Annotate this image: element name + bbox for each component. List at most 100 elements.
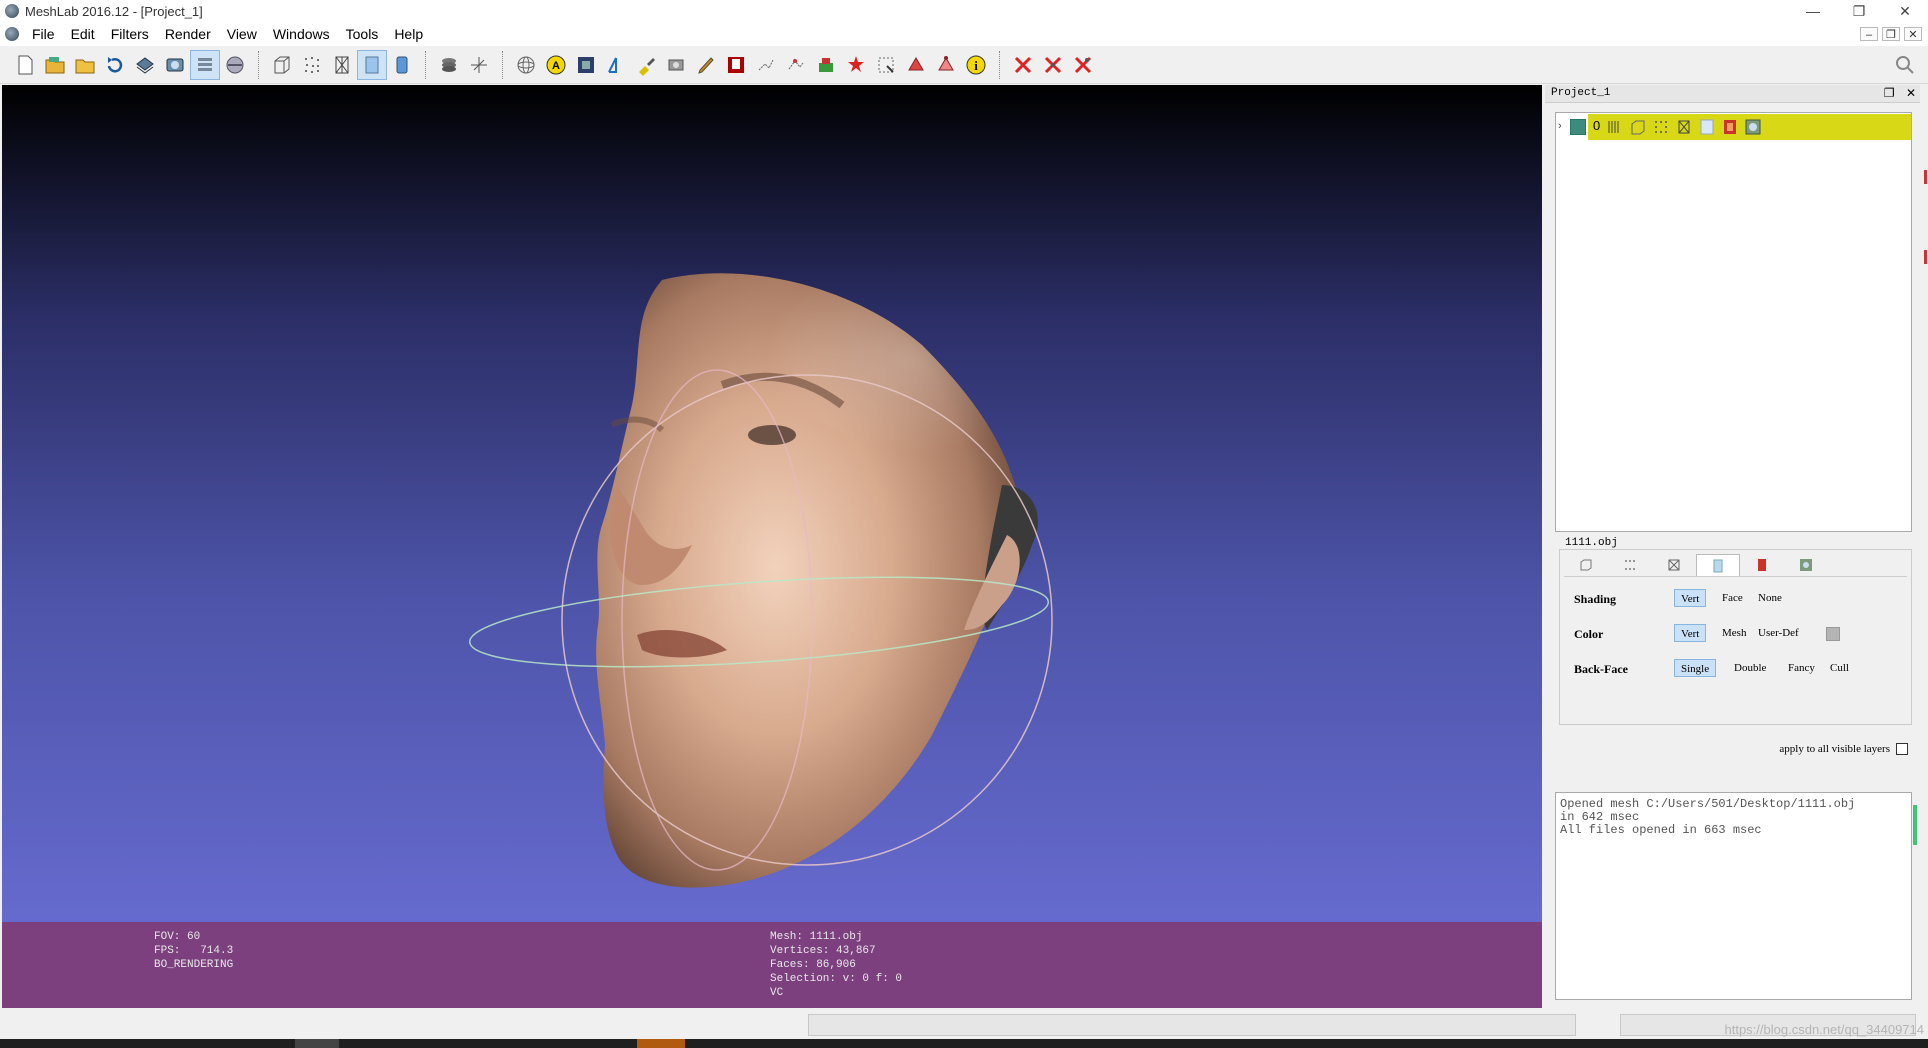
delete-vertices-icon[interactable] [1068,50,1098,80]
apply-all-checkbox[interactable] [1896,743,1908,755]
svg-text:i: i [974,58,978,73]
backface-fancy-option[interactable]: Fancy [1782,659,1821,677]
menu-windows[interactable]: Windows [265,22,338,46]
select-faces-icon[interactable] [901,50,931,80]
menu-tools[interactable]: Tools [338,22,387,46]
log-line: All files opened in 663 msec [1560,823,1762,837]
backface-single-option[interactable]: Single [1674,659,1717,677]
select-vertices-icon[interactable] [931,50,961,80]
trackball-icon[interactable] [511,50,541,80]
toolbar-separator [425,50,426,79]
reload-icon[interactable] [100,50,130,80]
taskbar-item[interactable] [295,1039,339,1048]
shading-row: Shading Vert Face None [1564,589,1907,609]
document-icon[interactable] [5,27,19,41]
tab-solid[interactable] [1696,554,1740,576]
color-map-icon[interactable] [721,50,751,80]
layers-icon[interactable] [190,49,220,80]
select-icon[interactable] [871,50,901,80]
smooth-shading-icon[interactable] [387,50,417,80]
color-vert-option[interactable]: Vert [1674,624,1707,642]
texture-icon[interactable] [571,50,601,80]
menu-file[interactable]: File [24,22,63,46]
capture-icon[interactable] [661,50,691,80]
menu-view[interactable]: View [219,22,265,46]
annotation-icon[interactable]: A [541,50,571,80]
wireframe-icon[interactable] [1675,118,1693,136]
layer-render-icons [1606,118,1767,136]
tab-wireframe[interactable] [1652,554,1696,576]
paint-icon[interactable] [631,50,661,80]
menu-filters[interactable]: Filters [103,22,157,46]
snapshot-icon[interactable] [160,50,190,80]
wireframe-icon [1667,558,1681,572]
import-mesh-icon[interactable] [70,50,100,80]
align-icon[interactable] [751,50,781,80]
solid-icon[interactable] [1698,118,1716,136]
menu-edit[interactable]: Edit [63,22,103,46]
expand-arrow-icon[interactable]: › [1558,120,1562,132]
open-project-icon[interactable] [40,50,70,80]
float-dock-icon[interactable]: ❐ [1884,86,1895,100]
menu-render[interactable]: Render [157,22,219,46]
taskbar [0,1039,1928,1048]
backface-row: Back-Face Single Double Fancy Cull [1564,659,1907,679]
doc-restore-button[interactable]: ❐ [1882,27,1900,41]
minimize-button[interactable]: — [1790,0,1836,22]
dock-buttons: ❐ ✕ [1876,86,1916,100]
new-project-icon[interactable] [10,50,40,80]
delete-faces-icon[interactable] [1038,50,1068,80]
selected-layer-name: 1111.obj [1565,537,1618,549]
tab-bounding-box[interactable] [1564,554,1608,576]
bars-icon[interactable] [1606,118,1624,136]
flat-shading-icon[interactable] [357,49,387,80]
doc-minimize-button[interactable]: – [1860,27,1878,41]
info-icon[interactable]: i [961,50,991,80]
layer-row[interactable]: › 0 [1556,114,1911,140]
wireframe-icon[interactable] [327,50,357,80]
mesh-stats: Mesh: 1111.obj Vertices: 43,867 Faces: 8… [770,930,902,1000]
points-icon[interactable] [1652,118,1670,136]
view-layers-icon[interactable] [220,50,250,80]
close-dock-icon[interactable]: ✕ [1906,86,1916,100]
layer-tree[interactable]: › 0 [1555,112,1912,532]
pick-points-icon[interactable] [781,50,811,80]
bounding-box-icon[interactable] [1629,118,1647,136]
stack-icon[interactable] [434,50,464,80]
watermark-text: https://blog.csdn.net/qq_34409714 [1724,1022,1925,1037]
log-window[interactable]: Opened mesh C:/Users/501/Desktop/1111.ob… [1555,792,1917,1000]
3d-viewport[interactable]: FOV: 60 FPS: 714.3 BO_RENDERING Mesh: 11… [2,85,1542,1008]
menu-help[interactable]: Help [386,22,431,46]
decorator-icon[interactable] [1744,118,1762,136]
taskbar-item[interactable] [637,1039,685,1048]
scroll-thumb[interactable] [1913,805,1917,845]
color-swatch[interactable] [1826,627,1840,641]
brush-icon[interactable] [691,50,721,80]
faces-readout: Faces: 86,906 [770,959,856,971]
axis-icon[interactable] [464,50,494,80]
bounding-box-icon[interactable] [267,50,297,80]
texture-icon[interactable] [1721,118,1739,136]
points-icon[interactable] [297,50,327,80]
color-userdef-option[interactable]: User-Def [1752,624,1805,642]
visibility-icon[interactable] [1570,119,1586,135]
shading-face-option[interactable]: Face [1716,589,1749,607]
edit-icon[interactable] [811,50,841,80]
color-mesh-option[interactable]: Mesh [1716,624,1752,642]
backface-cull-option[interactable]: Cull [1824,659,1855,677]
search-icon[interactable] [1894,54,1916,76]
measure-icon[interactable] [601,50,631,80]
tab-texture[interactable] [1740,554,1784,576]
backface-double-option[interactable]: Double [1728,659,1772,677]
doc-close-button[interactable]: ✕ [1904,27,1922,41]
maximize-button[interactable]: ❐ [1836,0,1882,22]
close-button[interactable]: ✕ [1882,0,1928,22]
delete-selection-icon[interactable] [1008,50,1038,80]
shading-none-option[interactable]: None [1752,589,1788,607]
tab-points[interactable] [1608,554,1652,576]
shading-vert-option[interactable]: Vert [1674,589,1707,607]
georef-icon[interactable] [841,50,871,80]
log-scrollbar[interactable] [1913,793,1919,1001]
tab-decorators[interactable] [1784,554,1828,576]
export-mesh-icon[interactable] [130,50,160,80]
